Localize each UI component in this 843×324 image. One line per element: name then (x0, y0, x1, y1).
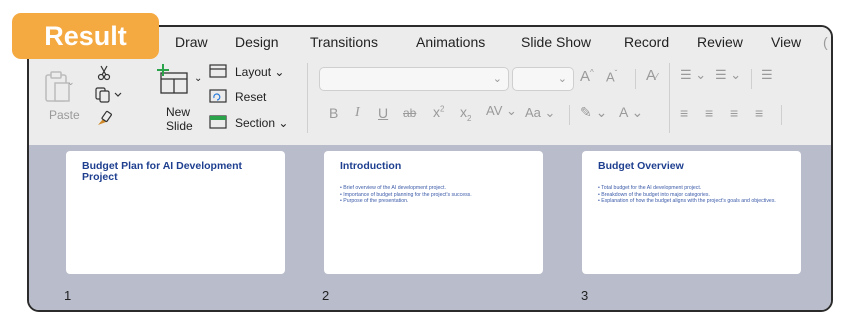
separator (307, 63, 308, 133)
clear-formatting-icon[interactable]: A⁄ (646, 67, 658, 84)
increase-font-size-icon[interactable]: A^ (580, 68, 594, 85)
layout-icon (209, 64, 227, 78)
chevron-down-icon: ⌄ (492, 73, 502, 85)
decrease-indent-icon[interactable]: ☰ (761, 67, 773, 83)
new-slide-label-1: New (166, 105, 191, 119)
subscript-icon[interactable]: x2 (460, 104, 471, 123)
slide-bullets: • Brief overview of the AI development p… (340, 185, 533, 205)
slide-thumbnail[interactable]: Introduction • Brief overview of the AI … (324, 151, 543, 274)
new-slide-label-2: Slide (166, 119, 193, 133)
new-slide-icon (157, 64, 188, 94)
tab-design[interactable]: Design (235, 34, 279, 50)
slide-title: Budget Overview (598, 160, 684, 172)
tab-draw[interactable]: Draw (175, 34, 208, 50)
numbering-icon[interactable]: ☰ ⌄ (715, 67, 741, 83)
powerpoint-window: Draw Design Transitions Animations Slide… (27, 25, 833, 312)
slide-thumbnail[interactable]: Budget Overview • Total budget for the A… (582, 151, 801, 274)
character-spacing-icon[interactable]: AV ⌄ (486, 103, 517, 119)
tab-review[interactable]: Review (697, 34, 743, 50)
highlight-icon[interactable]: ✎ ⌄ (580, 104, 607, 121)
underline-icon[interactable]: U (378, 105, 388, 121)
slide-bullet: • Purpose of the presentation. (340, 198, 409, 204)
align-left-icon[interactable]: ≡ (680, 105, 688, 121)
bold-icon[interactable]: B (329, 105, 338, 121)
slide-number: 2 (322, 288, 330, 303)
slide-sorter: Budget Plan for AI Development Project I… (29, 145, 831, 310)
reset-icon (209, 89, 227, 103)
tab-record[interactable]: Record (624, 34, 669, 50)
tab-overflow[interactable]: ( (823, 34, 828, 50)
paste-dropdown-icon[interactable]: ⌄ (67, 77, 75, 88)
slide-number: 1 (64, 288, 72, 303)
copy-icon (95, 87, 122, 103)
format-painter-button[interactable] (95, 109, 113, 132)
reset-label: Reset (235, 90, 267, 104)
section-label: Section ⌄ (235, 116, 289, 130)
align-right-icon[interactable]: ≡ (730, 105, 738, 121)
slide-number: 3 (581, 288, 589, 303)
separator (569, 105, 570, 125)
separator (751, 69, 752, 89)
layout-button[interactable] (209, 64, 227, 83)
tab-slide-show[interactable]: Slide Show (521, 34, 591, 50)
scissors-icon (97, 65, 111, 81)
slide-title: Budget Plan for AI Development Project (82, 160, 243, 183)
chevron-down-icon: ⌄ (557, 73, 567, 85)
tab-view[interactable]: View (771, 34, 801, 50)
slide-bullets: • Total budget for the AI development pr… (598, 185, 791, 205)
superscript-icon[interactable]: x2 (433, 104, 444, 120)
font-color-icon[interactable]: A ⌄ (619, 104, 643, 121)
section-icon (209, 115, 227, 129)
cut-button[interactable] (97, 65, 111, 86)
align-center-icon[interactable]: ≡ (705, 105, 713, 121)
font-size-combo[interactable]: ⌄ (512, 67, 574, 91)
section-button[interactable] (209, 115, 227, 134)
font-name-combo[interactable]: ⌄ (319, 67, 509, 91)
decrease-font-size-icon[interactable]: Aˇ (606, 69, 617, 84)
separator (635, 69, 636, 89)
paste-button[interactable] (43, 69, 70, 102)
strikethrough-icon[interactable]: ab (403, 106, 416, 120)
slide-title: Introduction (340, 160, 402, 172)
bullets-icon[interactable]: ☰ ⌄ (680, 67, 706, 83)
change-case-icon[interactable]: Aa ⌄ (525, 105, 555, 121)
result-badge: Result (12, 13, 159, 59)
slide-bullet: • Explanation of how the budget aligns w… (598, 198, 776, 204)
new-slide-dropdown-icon[interactable]: ⌄ (194, 73, 202, 84)
slide-thumbnail[interactable]: Budget Plan for AI Development Project (66, 151, 285, 274)
italic-icon[interactable]: I (355, 105, 360, 121)
justify-icon[interactable]: ≡ (755, 105, 763, 121)
reset-button[interactable] (209, 89, 227, 108)
format-painter-icon (98, 110, 112, 125)
copy-button[interactable] (95, 87, 125, 108)
paste-label: Paste (49, 108, 80, 122)
tab-transitions[interactable]: Transitions (310, 34, 378, 50)
layout-label: Layout ⌄ (235, 65, 285, 79)
separator (781, 105, 782, 125)
separator (669, 63, 670, 133)
tab-animations[interactable]: Animations (416, 34, 485, 50)
new-slide-button[interactable] (155, 63, 191, 102)
